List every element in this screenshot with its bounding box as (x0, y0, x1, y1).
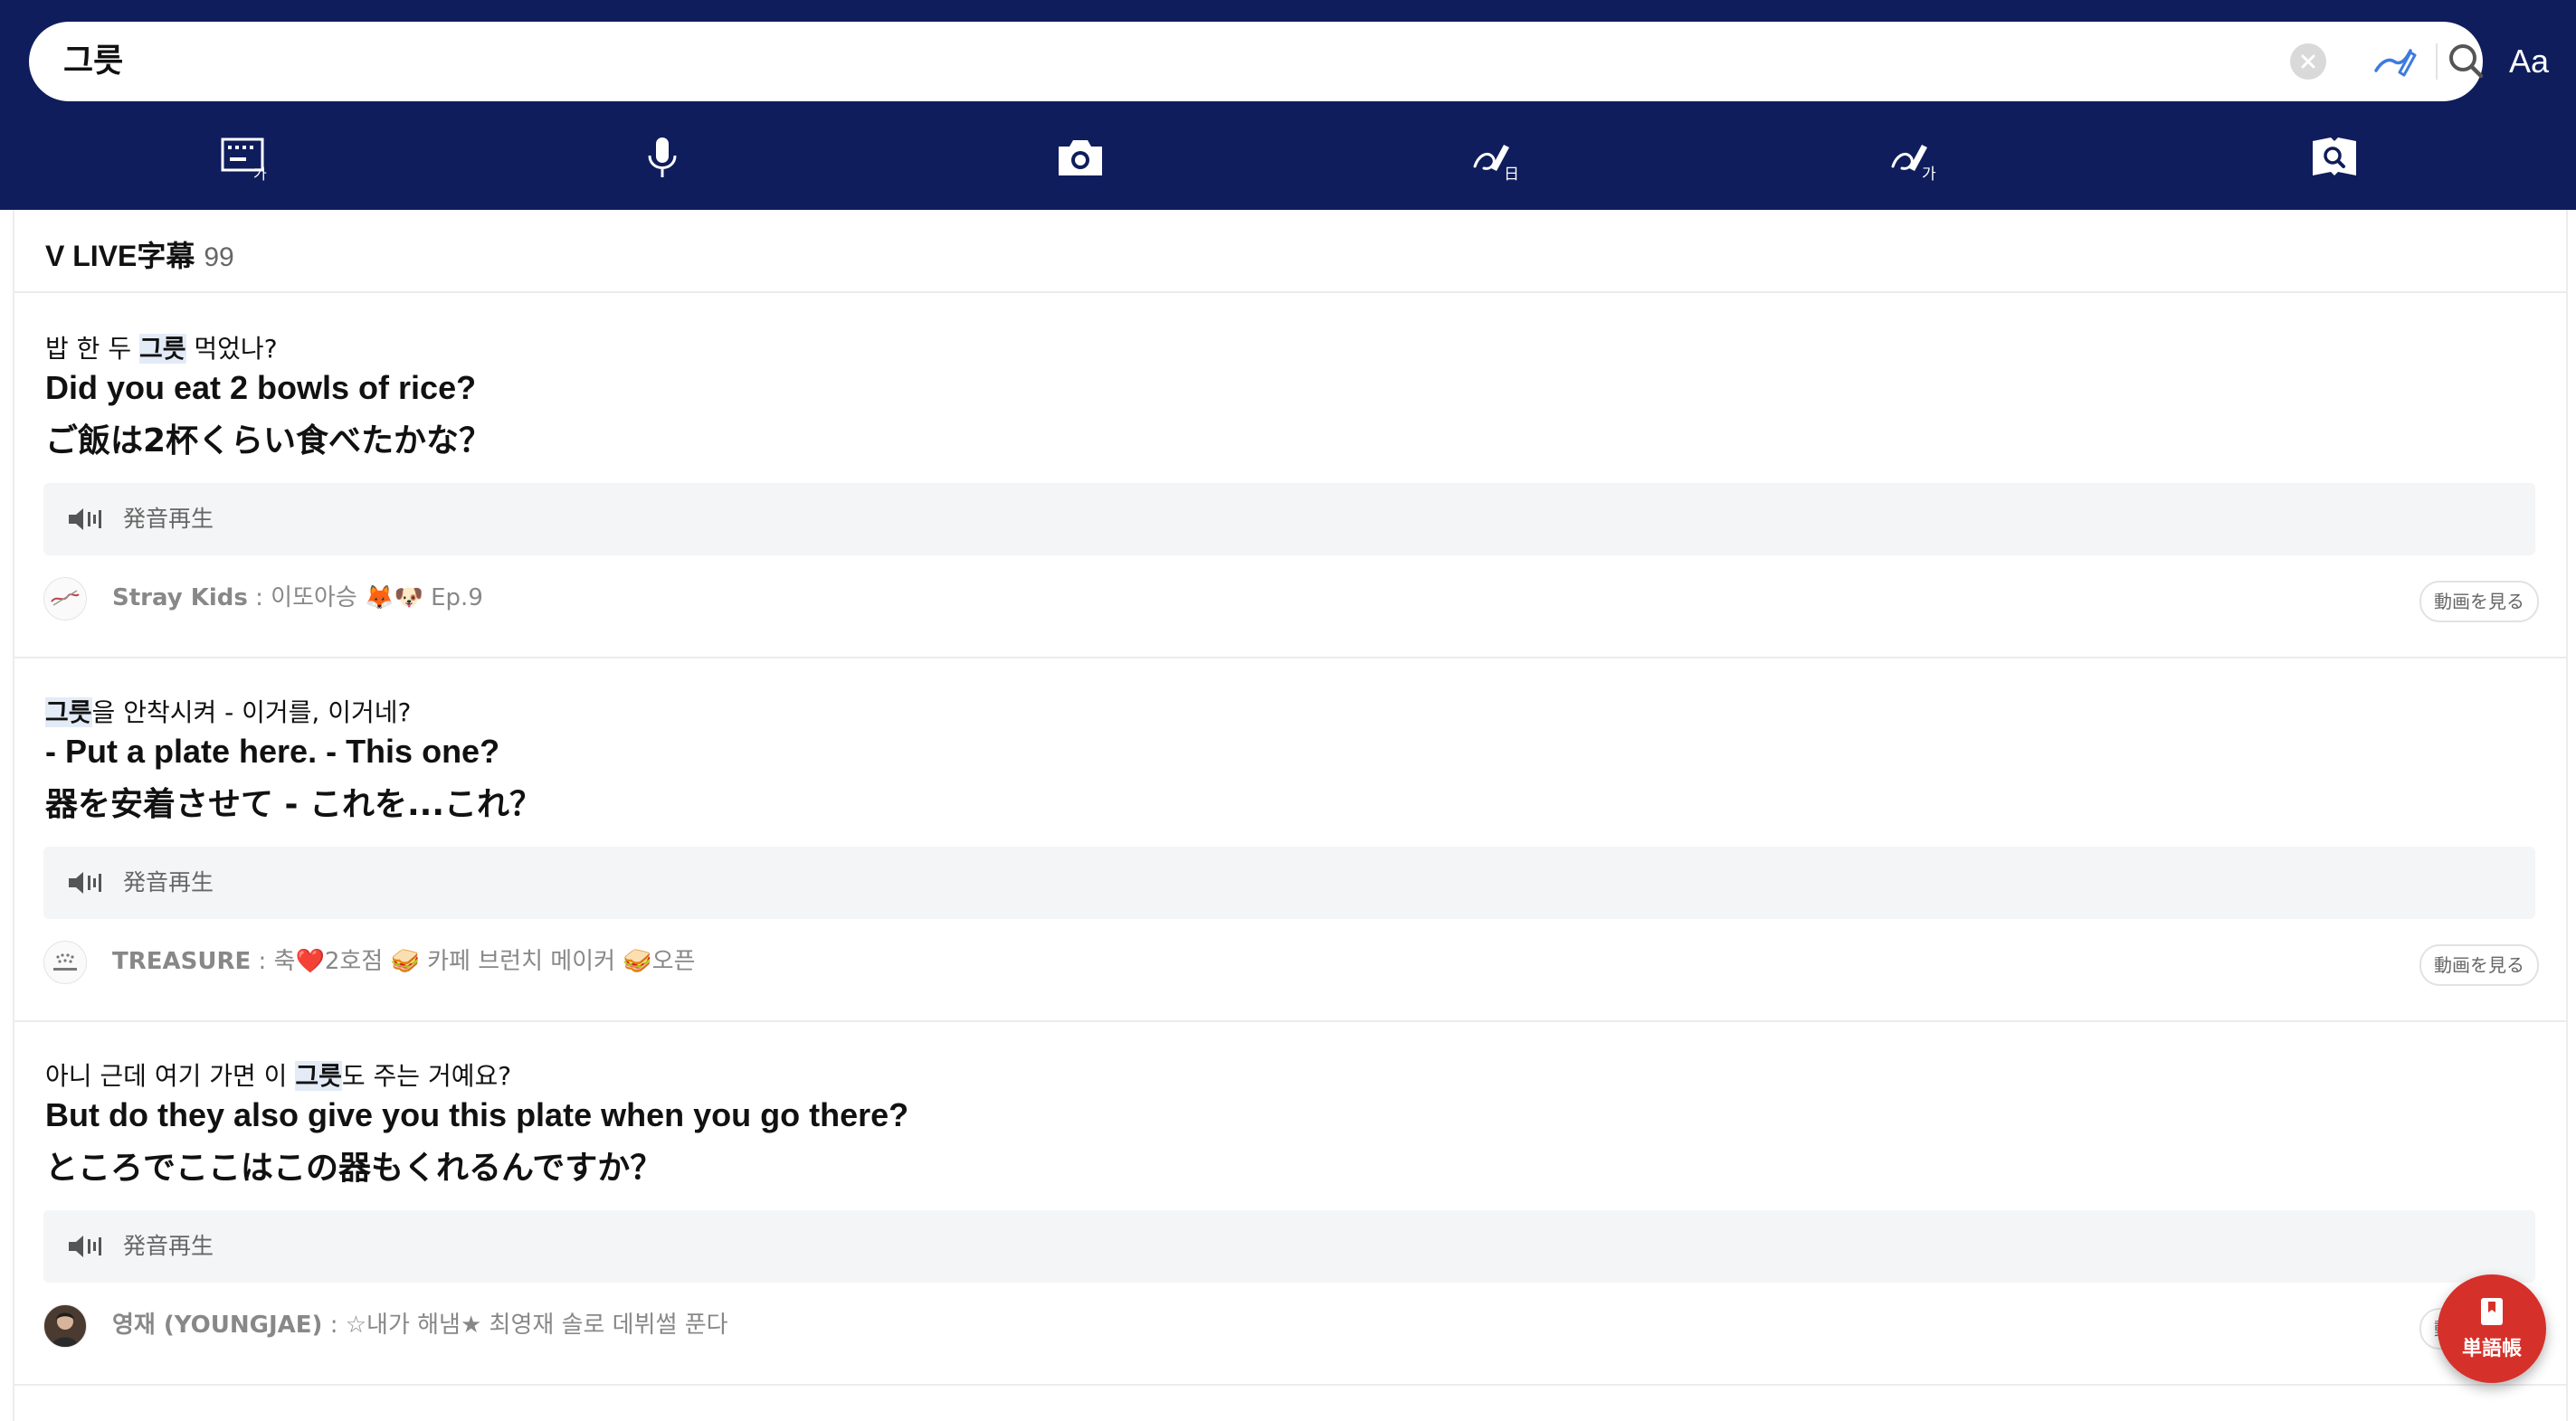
highlight-word: 그릇 (295, 1061, 342, 1091)
episode-title: : 축❤️2호점 🥪 카페 브런치 메이커 🥪오픈 (251, 948, 696, 975)
search-input[interactable]: 그릇 (63, 22, 123, 101)
korean-text: 밥 한 두 (45, 334, 139, 364)
english-translation: Did you eat 2 bowls of rice? (45, 369, 477, 406)
youngjae-avatar-icon (52, 1312, 79, 1347)
clear-search-button[interactable] (2290, 43, 2326, 80)
camera-input-button[interactable] (1053, 134, 1107, 183)
voice-input-button[interactable] (635, 134, 689, 183)
artist-avatar (43, 1304, 87, 1348)
korean-text: 도 주는 거예요? (341, 1061, 512, 1091)
font-size-button[interactable]: Aa (2497, 36, 2561, 87)
watch-video-button[interactable]: 動画を見る (2419, 944, 2539, 986)
list-item: 아니 근데 여기 가면 이 그릇도 주는 거예요? But do they al… (14, 1020, 2566, 1386)
speaker-icon (69, 1236, 101, 1257)
svg-text:日: 日 (1504, 166, 1519, 183)
english-translation: But do they also give you this plate whe… (45, 1096, 909, 1133)
audio-label: 発音再生 (123, 1233, 214, 1259)
episode-title: : ☆내가 해냄★ 최영재 솔로 데뷔썰 푼다 (322, 1312, 728, 1339)
svg-text:가: 가 (1922, 166, 1936, 183)
korean-sentence: 아니 근데 여기 가면 이 그릇도 주는 거예요? (45, 1056, 511, 1093)
svg-text:가: 가 (253, 166, 267, 183)
search-icon (2449, 44, 2484, 79)
results-panel: V LIVE字幕 99 밥 한 두 그릇 먹었나? Did you eat 2 b… (13, 210, 2568, 1421)
speaker-icon (69, 508, 101, 530)
keyboard-korean-button[interactable]: 가 (217, 134, 271, 183)
korean-text: 을 안착시켜 - 이거를, 이거네? (91, 697, 412, 727)
handwriting-korean-icon: 가 (1891, 145, 1936, 184)
image-search-icon (2313, 137, 2356, 175)
section-header: V LIVE字幕 99 (14, 210, 2566, 293)
highlight-word: 그릇 (45, 697, 92, 727)
top-header: 그릇 Aa 가 日 가 (0, 0, 2576, 210)
source-text: Stray Kids : 이또아승 🦊🐶 Ep.9 (112, 575, 483, 621)
artist-name: Stray Kids (112, 584, 248, 611)
highlight-word: 그릇 (138, 334, 186, 364)
section-title-text: V LIVE字幕 (45, 240, 195, 272)
korean-text: 아니 근데 여기 가면 이 (45, 1061, 296, 1091)
handwriting-japanese-icon: 日 (1473, 145, 1519, 184)
play-pronunciation-button[interactable]: 発音再生 (43, 483, 2535, 555)
microphone-icon (648, 137, 677, 177)
japanese-translation: ところでここはこの器もくれるんですか？ (45, 1150, 663, 1187)
vocabulary-label: 単語帳 (2461, 1338, 2522, 1360)
list-item: 밥 한 두 그릇 먹었나? Did you eat 2 bowls of ric… (14, 293, 2566, 658)
episode-title: : 이또아승 🦊🐶 Ep.9 (247, 584, 483, 611)
watch-video-button[interactable]: 動画を見る (2419, 581, 2539, 622)
japanese-translation: 器を安着させて - これを...これ？ (45, 786, 543, 823)
search-button[interactable] (2441, 36, 2492, 87)
keyboard-korean-icon: 가 (221, 137, 267, 183)
bookmark-book-icon (2481, 1298, 2503, 1325)
image-search-button[interactable] (2307, 134, 2362, 183)
vocabulary-button[interactable]: 単語帳 (2438, 1274, 2546, 1383)
close-icon (2301, 54, 2315, 69)
handwriting-korean-button[interactable]: 가 (1889, 134, 1944, 184)
handwriting-japanese-button[interactable]: 日 (1471, 134, 1526, 184)
korean-text: 먹었나? (185, 334, 278, 364)
english-translation: - Put a plate here. - This one? (45, 733, 500, 770)
source-text: 영재 (YOUNGJAE) : ☆내가 해냄★ 최영재 솔로 데뷔썰 푼다 (112, 1303, 728, 1348)
artist-name: TREASURE (112, 948, 252, 975)
artist-name: 영재 (YOUNGJAE) (112, 1312, 323, 1339)
source-text: TREASURE : 축❤️2호점 🥪 카페 브런치 메이커 🥪오픈 (112, 939, 696, 984)
audio-label: 発音再生 (123, 506, 214, 532)
audio-label: 発音再生 (123, 869, 214, 895)
artist-avatar (43, 577, 87, 621)
camera-icon (1059, 140, 1102, 175)
search-bar[interactable]: 그릇 (29, 22, 2484, 101)
result-count: 99 (204, 242, 234, 272)
play-pronunciation-button[interactable]: 発音再生 (43, 847, 2535, 919)
play-pronunciation-button[interactable]: 発音再生 (43, 1210, 2535, 1283)
list-item: 그릇을 안착시켜 - 이거를, 이거네? - Put a plate here.… (14, 657, 2566, 1022)
stray-kids-logo-icon (51, 590, 80, 606)
artist-avatar (43, 941, 87, 984)
section-title: V LIVE字幕 99 (45, 233, 234, 275)
korean-sentence: 밥 한 두 그릇 먹었나? (45, 329, 278, 365)
handwriting-button[interactable] (2369, 38, 2418, 85)
search-divider (2436, 43, 2438, 80)
pen-icon (2374, 49, 2417, 77)
korean-sentence: 그릇을 안착시켜 - 이거를, 이거네? (45, 693, 411, 729)
treasure-logo-icon (53, 953, 77, 971)
japanese-translation: ご飯は2杯くらい食べたかな？ (45, 422, 492, 459)
speaker-icon (69, 872, 101, 894)
